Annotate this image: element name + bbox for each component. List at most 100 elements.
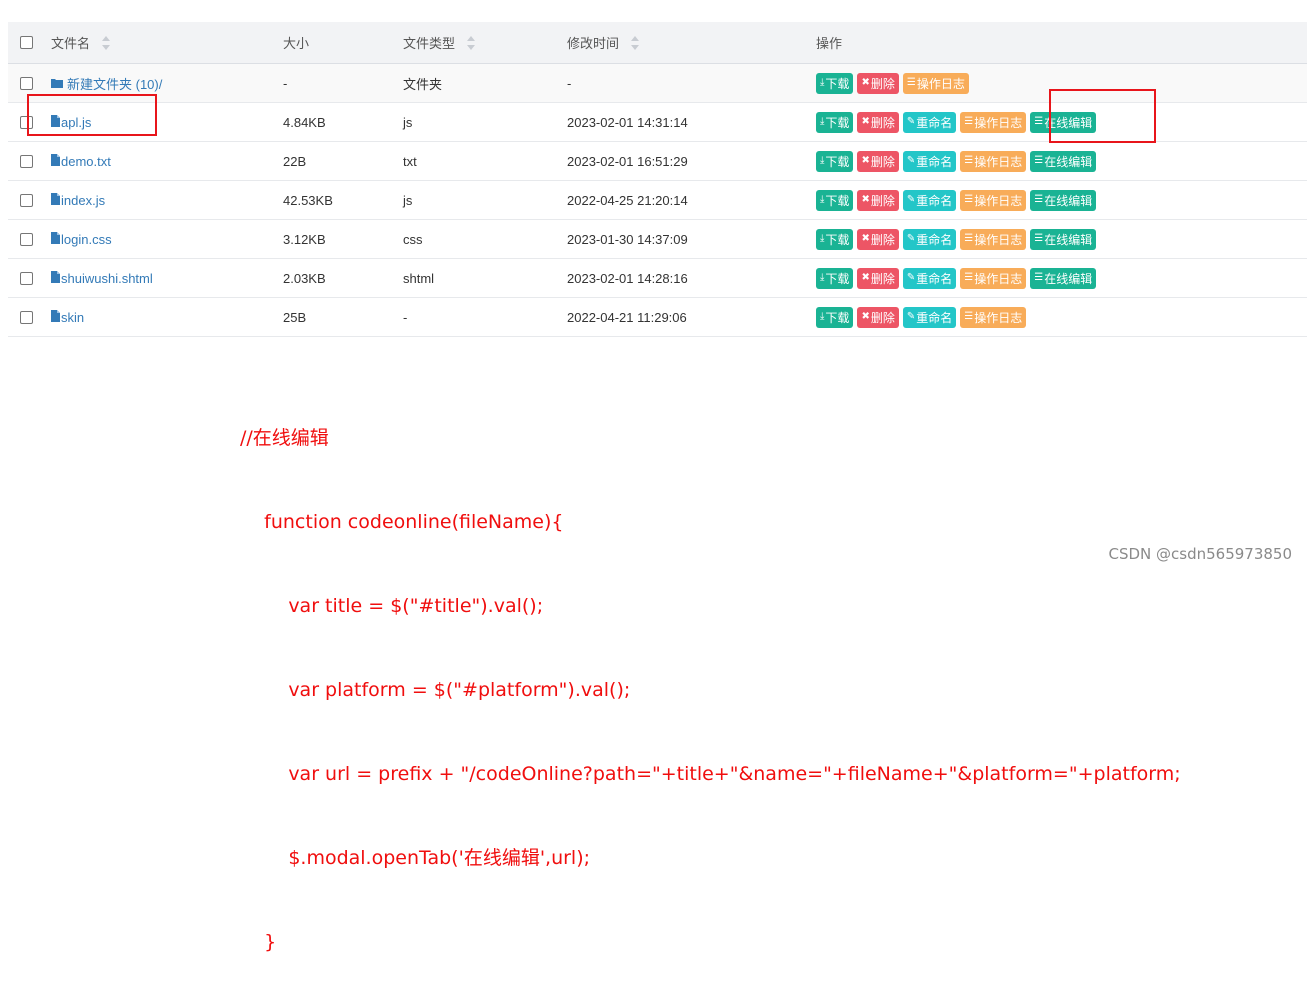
size-cell: 25B — [283, 309, 307, 325]
header-size: 大小 — [283, 22, 393, 63]
code-line: var title = $("#title").val(); — [240, 595, 544, 617]
row-checkbox[interactable] — [20, 232, 33, 246]
file-icon — [51, 192, 60, 208]
header-modified[interactable]: 修改时间 — [567, 22, 797, 63]
file-link[interactable]: 新建文件夹 (10)/ — [51, 74, 162, 93]
rename-label: 重命名 — [916, 154, 953, 169]
header-type[interactable]: 文件类型 — [403, 22, 553, 63]
download-icon: ⤓ — [820, 116, 825, 127]
log-label: 操作日志 — [916, 76, 965, 91]
pencil-icon: ✎ — [906, 272, 916, 283]
delete-button[interactable]: ✖ 删除 — [857, 72, 899, 94]
download-button[interactable]: ⤓ 下载 — [816, 150, 854, 172]
rename-label: 重命名 — [916, 193, 953, 208]
log-button[interactable]: ☰ 操作日志 — [960, 306, 1027, 328]
file-table: 文件名 大小 文件类型 修改时间 操作 新建文件夹 (10)/ - 文件夹 - … — [8, 22, 1307, 337]
close-icon: ✖ — [861, 311, 870, 322]
edit-online-label: 在线编辑 — [1044, 232, 1093, 247]
edit-online-button[interactable]: ☰ 在线编辑 — [1030, 189, 1097, 211]
pencil-icon: ✎ — [906, 116, 916, 127]
list-icon: ☰ — [964, 233, 974, 244]
delete-button[interactable]: ✖ 删除 — [857, 228, 899, 250]
download-button[interactable]: ⤓ 下载 — [816, 111, 854, 133]
download-label: 下载 — [825, 154, 850, 169]
time-cell: 2023-02-01 16:51:29 — [567, 153, 688, 169]
log-button[interactable]: ☰ 操作日志 — [960, 228, 1027, 250]
row-checkbox[interactable] — [20, 154, 33, 168]
highlight-box-filename — [27, 94, 157, 136]
delete-button[interactable]: ✖ 删除 — [857, 111, 899, 133]
delete-button[interactable]: ✖ 删除 — [857, 306, 899, 328]
download-icon: ⤓ — [820, 233, 825, 244]
log-button[interactable]: ☰ 操作日志 — [960, 267, 1027, 289]
close-icon: ✖ — [861, 77, 870, 88]
name-cell: shuiwushi.shtml — [51, 259, 271, 297]
download-button[interactable]: ⤓ 下载 — [816, 267, 854, 289]
file-link[interactable]: skin — [51, 309, 84, 325]
delete-button[interactable]: ✖ 删除 — [857, 189, 899, 211]
rename-button[interactable]: ✎ 重命名 — [902, 267, 957, 289]
list-icon: ☰ — [964, 194, 974, 205]
close-icon: ✖ — [861, 272, 870, 283]
log-label: 操作日志 — [974, 310, 1023, 325]
rename-button[interactable]: ✎ 重命名 — [902, 111, 957, 133]
ops-cell: ⤓ 下载 ✖ 删除 ✎ 重命名 ☰ 操作日志 ☰ 在线编辑 — [816, 259, 1296, 297]
size-cell: 3.12KB — [283, 231, 326, 247]
row-checkbox[interactable] — [20, 193, 33, 207]
row-checkbox[interactable] — [20, 271, 33, 285]
delete-label: 删除 — [870, 76, 895, 91]
log-button[interactable]: ☰ 操作日志 — [960, 189, 1027, 211]
type-cell: css — [403, 231, 423, 247]
rename-button[interactable]: ✎ 重命名 — [902, 189, 957, 211]
rename-button[interactable]: ✎ 重命名 — [902, 228, 957, 250]
close-icon: ✖ — [861, 116, 870, 127]
close-icon: ✖ — [861, 155, 870, 166]
row-checkbox[interactable] — [20, 76, 33, 90]
edit-online-button[interactable]: ☰ 在线编辑 — [1030, 150, 1097, 172]
rename-button[interactable]: ✎ 重命名 — [902, 306, 957, 328]
table-header: 文件名 大小 文件类型 修改时间 操作 — [8, 22, 1307, 64]
download-button[interactable]: ⤓ 下载 — [816, 189, 854, 211]
row-check-cell — [20, 259, 40, 297]
edit-online-button[interactable]: ☰ 在线编辑 — [1030, 267, 1097, 289]
rename-button[interactable]: ✎ 重命名 — [902, 150, 957, 172]
list-icon: ☰ — [964, 311, 974, 322]
type-cell: txt — [403, 153, 417, 169]
file-link[interactable]: shuiwushi.shtml — [51, 270, 153, 286]
rename-label: 重命名 — [916, 271, 953, 286]
header-name[interactable]: 文件名 — [51, 22, 271, 63]
file-name: login.css — [61, 231, 112, 247]
log-button[interactable]: ☰ 操作日志 — [960, 150, 1027, 172]
file-link[interactable]: index.js — [51, 192, 106, 208]
time-cell: 2023-02-01 14:31:14 — [567, 114, 688, 130]
list-icon: ☰ — [1034, 155, 1044, 166]
watermark: CSDN @csdn565973850 — [1108, 545, 1292, 563]
edit-online-label: 在线编辑 — [1044, 154, 1093, 169]
log-button[interactable]: ☰ 操作日志 — [902, 72, 969, 94]
select-all-cell — [20, 22, 40, 63]
rename-label: 重命名 — [916, 310, 953, 325]
sort-icon[interactable] — [467, 35, 476, 50]
table-row: demo.txt 22B txt 2023-02-01 16:51:29 ⤓ 下载… — [8, 142, 1307, 181]
sort-icon[interactable] — [631, 35, 640, 50]
code-line: } — [240, 931, 277, 953]
file-link[interactable]: demo.txt — [51, 153, 111, 169]
delete-button[interactable]: ✖ 删除 — [857, 150, 899, 172]
download-button[interactable]: ⤓ 下载 — [816, 72, 854, 94]
file-name: index.js — [61, 192, 106, 208]
download-button[interactable]: ⤓ 下载 — [816, 306, 854, 328]
download-button[interactable]: ⤓ 下载 — [816, 228, 854, 250]
row-checkbox[interactable] — [20, 310, 33, 324]
list-icon: ☰ — [1034, 272, 1044, 283]
time-cell: - — [567, 75, 572, 91]
download-icon: ⤓ — [820, 311, 825, 322]
sort-icon[interactable] — [102, 35, 111, 50]
header-type-label: 文件类型 — [403, 36, 456, 51]
delete-button[interactable]: ✖ 删除 — [857, 267, 899, 289]
file-icon — [51, 153, 60, 169]
select-all-checkbox[interactable] — [20, 36, 33, 49]
file-link[interactable]: login.css — [51, 231, 112, 247]
file-name: shuiwushi.shtml — [61, 270, 153, 286]
log-button[interactable]: ☰ 操作日志 — [960, 111, 1027, 133]
edit-online-button[interactable]: ☰ 在线编辑 — [1030, 228, 1097, 250]
